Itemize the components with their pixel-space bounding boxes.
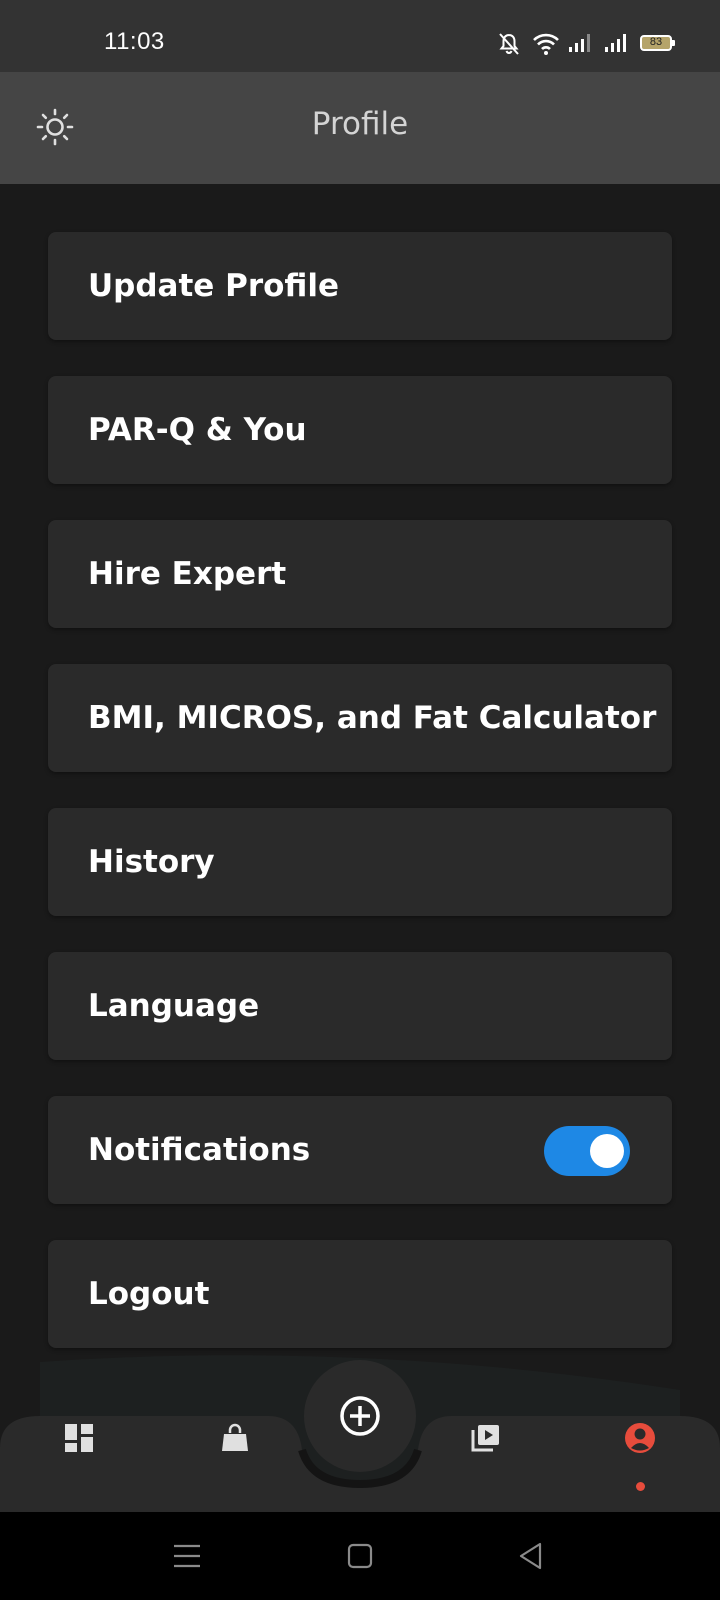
notifications-toggle[interactable] <box>544 1126 630 1176</box>
menu-item-history[interactable]: History <box>48 808 672 916</box>
menu-item-label: Update Profile <box>88 268 340 304</box>
add-circle-icon <box>340 1396 380 1436</box>
app-header: Profile <box>0 72 720 184</box>
signal-icon <box>569 34 590 52</box>
wifi-icon <box>533 33 559 55</box>
nav-dashboard[interactable] <box>49 1408 109 1468</box>
menu-item-notifications: Notifications <box>48 1096 672 1204</box>
nav-shop[interactable] <box>205 1408 265 1468</box>
home-icon[interactable] <box>340 1538 380 1574</box>
menu-item-label: Language <box>88 988 260 1024</box>
add-button[interactable] <box>304 1360 416 1472</box>
menu-icon[interactable] <box>168 1538 208 1574</box>
menu-item-hire-expert[interactable]: Hire Expert <box>48 520 672 628</box>
menu-item-update-profile[interactable]: Update Profile <box>48 232 672 340</box>
shopping-bag-icon <box>222 1423 248 1451</box>
profile-icon <box>625 1423 655 1453</box>
menu-item-language[interactable]: Language <box>48 952 672 1060</box>
menu-item-label: PAR-Q & You <box>88 412 307 448</box>
menu-item-logout[interactable]: Logout <box>48 1240 672 1348</box>
signal-icon <box>605 34 626 52</box>
menu-item-label: Notifications <box>88 1132 311 1168</box>
nav-videos[interactable] <box>455 1408 515 1468</box>
menu-item-calculator[interactable]: BMI, MICROS, and Fat Calculator <box>48 664 672 772</box>
menu-item-label: BMI, MICROS, and Fat Calculator <box>88 700 657 736</box>
system-nav-bar <box>0 1512 720 1600</box>
page-title: Profile <box>311 106 409 142</box>
menu-item-label: Logout <box>88 1276 210 1312</box>
menu-item-label: Hire Expert <box>88 556 287 592</box>
video-library-icon <box>471 1425 499 1452</box>
battery-tip <box>672 40 675 46</box>
active-indicator <box>636 1482 645 1491</box>
status-icons: 83 <box>498 32 678 58</box>
nav-profile[interactable] <box>610 1408 670 1468</box>
status-bar: 11:03 83 <box>0 0 720 72</box>
menu-item-label: History <box>88 844 215 880</box>
back-icon[interactable] <box>512 1538 552 1574</box>
status-time: 11:03 <box>104 28 165 55</box>
toggle-knob <box>590 1134 624 1168</box>
bell-off-icon <box>499 33 519 55</box>
battery-level: 83 <box>649 36 663 48</box>
bottom-nav <box>0 1350 720 1512</box>
dashboard-icon <box>65 1424 93 1452</box>
menu-item-parq[interactable]: PAR-Q & You <box>48 376 672 484</box>
